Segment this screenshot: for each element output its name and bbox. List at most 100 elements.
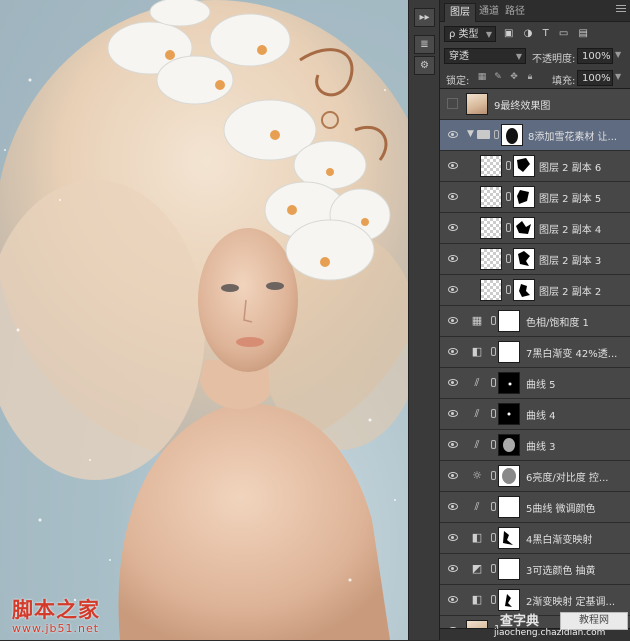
adjust-filter-icon[interactable]: ◑ (524, 28, 533, 39)
fill-input[interactable]: 100% (577, 70, 613, 86)
opacity-slider-icon[interactable]: ▼ (615, 50, 621, 59)
eye-icon[interactable] (448, 348, 458, 355)
image-filter-icon[interactable]: ▣ (504, 28, 513, 39)
link-icon (506, 161, 511, 170)
layer-thumbnail (480, 248, 502, 270)
eye-icon[interactable] (448, 224, 458, 231)
canvas-photo[interactable]: 脚本之家 www.jb51.net (0, 0, 408, 640)
link-icon (491, 378, 496, 387)
expand-panels-icon[interactable]: ▸▸ (414, 8, 435, 27)
smart-filter-icon[interactable]: ▤ (579, 28, 588, 39)
layer-mask-thumbnail[interactable] (513, 186, 535, 208)
eye-icon[interactable] (448, 472, 458, 479)
layer-name: 6亮度/对比度 控... (526, 473, 609, 484)
layer-row-copy5[interactable]: 图层 2 副本 5 (440, 182, 630, 213)
eye-icon[interactable] (448, 317, 458, 324)
layer-row-final[interactable]: 9最终效果图 (440, 89, 630, 120)
eye-icon[interactable] (448, 410, 458, 417)
eye-icon[interactable] (448, 534, 458, 541)
eye-icon[interactable] (448, 379, 458, 386)
layer-mask-thumbnail[interactable] (513, 217, 535, 239)
eye-icon[interactable] (448, 441, 458, 448)
eye-icon[interactable] (448, 503, 458, 510)
eye-icon[interactable] (448, 596, 458, 603)
layer-list: 9最终效果图 ▼ 8添加雪花素材 让... 图层 2 副本 6 图层 2 副本 … (440, 88, 630, 629)
curves-icon: ⫽ (474, 376, 480, 389)
watermark-title: 脚本之家 (12, 597, 100, 622)
fill-slider-icon[interactable]: ▼ (615, 72, 621, 81)
tab-layers[interactable]: 图层 (444, 3, 476, 22)
shape-filter-icon[interactable]: ▭ (559, 28, 568, 39)
link-icon (506, 223, 511, 232)
link-icon (491, 533, 496, 542)
layer-row-hue-saturation[interactable]: ▦ 色相/饱和度 1 (440, 306, 630, 337)
blend-mode-select[interactable]: 穿透 ▼ (444, 48, 526, 64)
layer-row-curves3[interactable]: ⫽ 曲线 3 (440, 430, 630, 461)
lock-all-icon[interactable]: 🔒︎ (524, 71, 536, 83)
layer-mask-thumbnail[interactable] (513, 248, 535, 270)
layer-mask-thumbnail[interactable] (498, 434, 520, 456)
layer-row-selective-color[interactable]: ◩ 3可选颜色 抽黄 (440, 554, 630, 585)
layer-name: 曲线 5 (526, 380, 556, 391)
eye-icon[interactable] (448, 255, 458, 262)
layer-row-curves4[interactable]: ⫽ 曲线 4 (440, 399, 630, 430)
adjust-icon[interactable]: ⚙ (414, 56, 435, 75)
link-icon (506, 285, 511, 294)
link-icon (491, 595, 496, 604)
layer-row-copy6[interactable]: 图层 2 副本 6 (440, 151, 630, 182)
layer-row-brightness[interactable]: ☼ 6亮度/对比度 控... (440, 461, 630, 492)
layer-mask-thumbnail[interactable] (513, 279, 535, 301)
layer-row-group-snow[interactable]: ▼ 8添加雪花素材 让... (440, 120, 630, 151)
layer-mask-thumbnail[interactable] (501, 124, 523, 146)
curves-icon: ⫽ (474, 500, 480, 513)
layer-mask-thumbnail[interactable] (498, 341, 520, 363)
layer-filter-select[interactable]: ρ 类型 ▼ (444, 26, 496, 42)
tab-paths[interactable]: 路径 (500, 3, 530, 22)
eye-icon[interactable] (448, 193, 458, 200)
lock-position-icon[interactable]: ✥ (508, 71, 520, 83)
eye-icon[interactable] (448, 565, 458, 572)
layer-row-curves-tweak[interactable]: ⫽ 5曲线 微调颜色 (440, 492, 630, 523)
link-icon (491, 409, 496, 418)
curves-icon: ⫽ (474, 438, 480, 451)
layer-name: 色相/饱和度 1 (526, 318, 589, 329)
layer-name: 曲线 4 (526, 411, 556, 422)
layer-row-bw-gradient-map[interactable]: ◧ 4黑白渐变映射 (440, 523, 630, 554)
layer-name: 图层 2 副本 2 (539, 287, 602, 298)
layer-mask-thumbnail[interactable] (498, 558, 520, 580)
layer-row-copy2[interactable]: 图层 2 副本 2 (440, 275, 630, 306)
layer-row-copy3[interactable]: 图层 2 副本 3 (440, 244, 630, 275)
layer-thumbnail (480, 217, 502, 239)
layer-name: 5曲线 微调颜色 (526, 504, 596, 515)
layer-mask-thumbnail[interactable] (498, 310, 520, 332)
opacity-input[interactable]: 100% (577, 48, 613, 64)
eye-icon[interactable] (448, 286, 458, 293)
layer-row-bw-gradient-42[interactable]: ◧ 7黑白渐变 42%透... (440, 337, 630, 368)
eye-icon[interactable] (448, 131, 458, 138)
folder-icon (477, 130, 490, 139)
lock-pixels-icon[interactable]: ✎ (492, 71, 504, 83)
eye-icon[interactable] (448, 162, 458, 169)
blend-mode-value: 穿透 (449, 51, 469, 62)
layer-row-curves5[interactable]: ⫽ 曲线 5 (440, 368, 630, 399)
chevron-down-icon: ▼ (485, 30, 492, 39)
lock-label: 锁定: (446, 76, 470, 87)
layers-panel: 图层 通道 路径 ρ 类型 ▼ ▣ ◑ T ▭ ▤ 穿透 ▼ 不透明度: 100… (440, 0, 630, 641)
layer-mask-thumbnail[interactable] (498, 403, 520, 425)
layer-name: 图层 2 副本 4 (539, 225, 602, 236)
layer-filter-label: ρ 类型 (449, 29, 479, 40)
layer-mask-thumbnail[interactable] (513, 155, 535, 177)
layer-mask-thumbnail[interactable] (498, 465, 520, 487)
lock-transparent-icon[interactable]: ▦ (476, 71, 488, 83)
layer-row-copy4[interactable]: 图层 2 副本 4 (440, 213, 630, 244)
layer-mask-thumbnail[interactable] (498, 589, 520, 611)
layer-mask-thumbnail[interactable] (498, 496, 520, 518)
layer-mask-thumbnail[interactable] (498, 527, 520, 549)
panel-menu-icon[interactable] (616, 5, 626, 15)
site-watermark-name: 查字典 (500, 614, 540, 629)
layer-mask-thumbnail[interactable] (498, 372, 520, 394)
visibility-toggle[interactable] (447, 98, 458, 109)
disclosure-triangle-icon[interactable]: ▼ (467, 129, 474, 139)
type-filter-icon[interactable]: T (543, 28, 549, 39)
layers-icon[interactable]: ≣ (414, 35, 435, 54)
